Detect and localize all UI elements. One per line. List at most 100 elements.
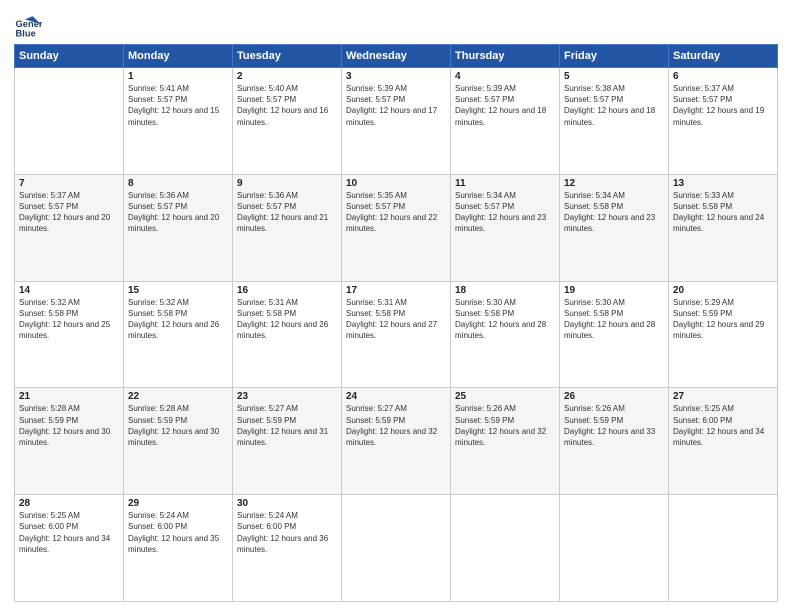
day-info: Sunrise: 5:33 AMSunset: 5:58 PMDaylight:…: [673, 190, 773, 235]
day-number: 16: [237, 285, 337, 296]
day-info: Sunrise: 5:32 AMSunset: 5:58 PMDaylight:…: [128, 297, 228, 342]
calendar-cell: 8Sunrise: 5:36 AMSunset: 5:57 PMDaylight…: [124, 174, 233, 281]
calendar-cell: 25Sunrise: 5:26 AMSunset: 5:59 PMDayligh…: [451, 388, 560, 495]
day-number: 30: [237, 498, 337, 509]
day-number: 13: [673, 178, 773, 189]
day-number: 7: [19, 178, 119, 189]
calendar-cell: 9Sunrise: 5:36 AMSunset: 5:57 PMDaylight…: [233, 174, 342, 281]
calendar-cell: [342, 495, 451, 602]
day-number: 22: [128, 391, 228, 402]
day-number: 17: [346, 285, 446, 296]
calendar-cell: 12Sunrise: 5:34 AMSunset: 5:58 PMDayligh…: [560, 174, 669, 281]
day-info: Sunrise: 5:32 AMSunset: 5:58 PMDaylight:…: [19, 297, 119, 342]
calendar-cell: 17Sunrise: 5:31 AMSunset: 5:58 PMDayligh…: [342, 281, 451, 388]
calendar-cell: 21Sunrise: 5:28 AMSunset: 5:59 PMDayligh…: [15, 388, 124, 495]
header-day-saturday: Saturday: [669, 45, 778, 68]
calendar-cell: 3Sunrise: 5:39 AMSunset: 5:57 PMDaylight…: [342, 68, 451, 175]
day-info: Sunrise: 5:24 AMSunset: 6:00 PMDaylight:…: [128, 510, 228, 555]
day-info: Sunrise: 5:25 AMSunset: 6:00 PMDaylight:…: [19, 510, 119, 555]
day-number: 26: [564, 391, 664, 402]
calendar-cell: 20Sunrise: 5:29 AMSunset: 5:59 PMDayligh…: [669, 281, 778, 388]
day-info: Sunrise: 5:30 AMSunset: 5:58 PMDaylight:…: [564, 297, 664, 342]
day-info: Sunrise: 5:24 AMSunset: 6:00 PMDaylight:…: [237, 510, 337, 555]
calendar-week-3: 14Sunrise: 5:32 AMSunset: 5:58 PMDayligh…: [15, 281, 778, 388]
header-day-monday: Monday: [124, 45, 233, 68]
day-number: 15: [128, 285, 228, 296]
calendar-cell: 1Sunrise: 5:41 AMSunset: 5:57 PMDaylight…: [124, 68, 233, 175]
day-number: 1: [128, 71, 228, 82]
calendar-cell: [451, 495, 560, 602]
calendar-cell: 22Sunrise: 5:28 AMSunset: 5:59 PMDayligh…: [124, 388, 233, 495]
day-number: 21: [19, 391, 119, 402]
calendar-cell: [15, 68, 124, 175]
day-number: 19: [564, 285, 664, 296]
day-info: Sunrise: 5:37 AMSunset: 5:57 PMDaylight:…: [19, 190, 119, 235]
day-info: Sunrise: 5:38 AMSunset: 5:57 PMDaylight:…: [564, 83, 664, 128]
calendar-cell: 30Sunrise: 5:24 AMSunset: 6:00 PMDayligh…: [233, 495, 342, 602]
day-info: Sunrise: 5:27 AMSunset: 5:59 PMDaylight:…: [346, 403, 446, 448]
day-info: Sunrise: 5:35 AMSunset: 5:57 PMDaylight:…: [346, 190, 446, 235]
day-info: Sunrise: 5:31 AMSunset: 5:58 PMDaylight:…: [346, 297, 446, 342]
logo-icon: General Blue: [14, 10, 42, 38]
calendar-week-4: 21 Sunrise: 5:28 AMSunset: 5:59 PMDayligh…: [15, 388, 778, 495]
day-info: Sunrise: 5:25 AMSunset: 6:00 PMDaylight:…: [673, 403, 773, 448]
day-number: 4: [455, 71, 555, 82]
calendar-cell: 4Sunrise: 5:39 AMSunset: 5:57 PMDaylight…: [451, 68, 560, 175]
calendar-cell: 29Sunrise: 5:24 AMSunset: 6:00 PMDayligh…: [124, 495, 233, 602]
day-number: 20: [673, 285, 773, 296]
day-info: Sunrise: 5:34 AMSunset: 5:58 PMDaylight:…: [564, 190, 664, 235]
calendar-cell: 10Sunrise: 5:35 AMSunset: 5:57 PMDayligh…: [342, 174, 451, 281]
calendar-cell: 15Sunrise: 5:32 AMSunset: 5:58 PMDayligh…: [124, 281, 233, 388]
calendar-cell: 26Sunrise: 5:26 AMSunset: 5:59 PMDayligh…: [560, 388, 669, 495]
day-number: 14: [19, 285, 119, 296]
day-info: Sunrise: 5:29 AMSunset: 5:59 PMDaylight:…: [673, 297, 773, 342]
day-info: Sunrise: 5:41 AMSunset: 5:57 PMDaylight:…: [128, 83, 228, 128]
calendar-week-1: 1Sunrise: 5:41 AMSunset: 5:57 PMDaylight…: [15, 68, 778, 175]
day-info: Sunrise: 5:26 AMSunset: 5:59 PMDaylight:…: [455, 403, 555, 448]
day-info: Sunrise: 5:27 AMSunset: 5:59 PMDaylight:…: [237, 403, 337, 448]
day-info: Sunrise: 5:30 AMSunset: 5:58 PMDaylight:…: [455, 297, 555, 342]
calendar-cell: 7Sunrise: 5:37 AMSunset: 5:57 PMDaylight…: [15, 174, 124, 281]
svg-text:General: General: [16, 19, 42, 29]
day-info: Sunrise: 5:39 AMSunset: 5:57 PMDaylight:…: [346, 83, 446, 128]
calendar-cell: [669, 495, 778, 602]
calendar-cell: 13Sunrise: 5:33 AMSunset: 5:58 PMDayligh…: [669, 174, 778, 281]
day-info: Sunrise: 5:36 AMSunset: 5:57 PMDaylight:…: [128, 190, 228, 235]
calendar-cell: 11Sunrise: 5:34 AMSunset: 5:57 PMDayligh…: [451, 174, 560, 281]
day-number: 3: [346, 71, 446, 82]
calendar-cell: 14Sunrise: 5:32 AMSunset: 5:58 PMDayligh…: [15, 281, 124, 388]
day-info: Sunrise: 5:37 AMSunset: 5:57 PMDaylight:…: [673, 83, 773, 128]
day-info: Sunrise: 5:36 AMSunset: 5:57 PMDaylight:…: [237, 190, 337, 235]
day-info: Sunrise: 5:39 AMSunset: 5:57 PMDaylight:…: [455, 83, 555, 128]
calendar-table: SundayMondayTuesdayWednesdayThursdayFrid…: [14, 44, 778, 602]
header-day-thursday: Thursday: [451, 45, 560, 68]
calendar-cell: 16Sunrise: 5:31 AMSunset: 5:58 PMDayligh…: [233, 281, 342, 388]
calendar-cell: 27Sunrise: 5:25 AMSunset: 6:00 PMDayligh…: [669, 388, 778, 495]
calendar-cell: 5Sunrise: 5:38 AMSunset: 5:57 PMDaylight…: [560, 68, 669, 175]
day-info: Sunrise: 5:28 AMSunset: 5:59 PMDaylight:…: [128, 403, 228, 448]
day-number: 11: [455, 178, 555, 189]
day-number: 28: [19, 498, 119, 509]
day-number: 18: [455, 285, 555, 296]
day-number: 10: [346, 178, 446, 189]
calendar-header-row: SundayMondayTuesdayWednesdayThursdayFrid…: [15, 45, 778, 68]
day-info: Sunrise: 5:40 AMSunset: 5:57 PMDaylight:…: [237, 83, 337, 128]
header-day-friday: Friday: [560, 45, 669, 68]
calendar-cell: 19Sunrise: 5:30 AMSunset: 5:58 PMDayligh…: [560, 281, 669, 388]
header-day-wednesday: Wednesday: [342, 45, 451, 68]
day-number: 27: [673, 391, 773, 402]
day-number: 24: [346, 391, 446, 402]
day-number: 8: [128, 178, 228, 189]
calendar-cell: [560, 495, 669, 602]
day-number: 12: [564, 178, 664, 189]
calendar-cell: 6Sunrise: 5:37 AMSunset: 5:57 PMDaylight…: [669, 68, 778, 175]
header-day-tuesday: Tuesday: [233, 45, 342, 68]
calendar-week-5: 28Sunrise: 5:25 AMSunset: 6:00 PMDayligh…: [15, 495, 778, 602]
logo: General Blue: [14, 10, 46, 38]
day-info: Sunrise: 5:34 AMSunset: 5:57 PMDaylight:…: [455, 190, 555, 235]
day-number: 9: [237, 178, 337, 189]
page-header: General Blue: [14, 10, 778, 38]
day-info: Sunrise: 5:26 AMSunset: 5:59 PMDaylight:…: [564, 403, 664, 448]
day-info: Sunrise: 5:31 AMSunset: 5:58 PMDaylight:…: [237, 297, 337, 342]
calendar-cell: 24Sunrise: 5:27 AMSunset: 5:59 PMDayligh…: [342, 388, 451, 495]
